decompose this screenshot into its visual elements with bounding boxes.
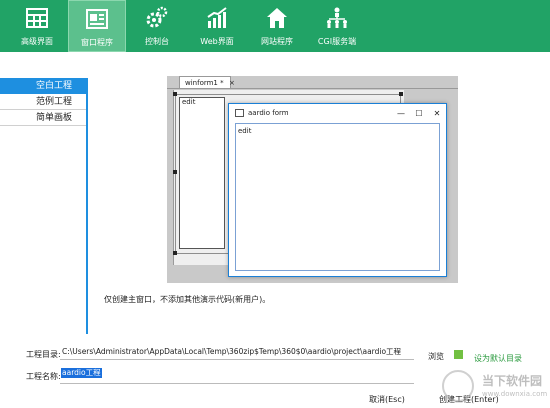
project-name-label: 工程名称:	[26, 372, 61, 381]
toolbar-item-label: 网站程序	[261, 37, 293, 46]
set-default-dir-link[interactable]: 设为默认目录	[474, 353, 522, 364]
designer-tab: winform1 * ×	[179, 76, 235, 88]
top-toolbar: 高级界面 窗口程序 控制台 Web界面 网站程序 CGI服务端	[0, 0, 550, 52]
toolbar-item-label: 控制台	[145, 37, 169, 46]
template-description: 仅创建主窗口，不添加其他演示代码(新用户)。	[104, 295, 271, 304]
toolbar-item-web-ui[interactable]: Web界面	[188, 0, 246, 52]
toolbar-item-console[interactable]: 控制台	[128, 0, 186, 52]
maximize-icon: ☐	[415, 108, 423, 118]
toolbar-item-label: CGI服务端	[317, 37, 357, 46]
resize-handle	[173, 170, 177, 174]
window-title: aardio form	[248, 109, 289, 117]
window-titlebar: aardio form — ☐ ✕	[229, 104, 446, 122]
toolbar-item-advanced-ui[interactable]: 高级界面	[8, 0, 66, 52]
watermark: 当下软件园 www.downxia.com	[440, 370, 548, 406]
default-dir-icon[interactable]	[454, 350, 463, 359]
watermark-text: 当下软件园	[482, 374, 543, 388]
toolbar-item-label: 高级界面	[21, 37, 53, 46]
chart-growth-icon	[207, 7, 227, 28]
sidebar: 空白工程 范例工程 简单画板	[0, 78, 86, 126]
close-icon: ✕	[433, 108, 441, 118]
minimize-icon: —	[397, 108, 405, 118]
form-icon	[235, 109, 244, 117]
aardio-form-window: aardio form — ☐ ✕ edit	[228, 103, 447, 277]
gears-icon	[146, 6, 168, 28]
project-name-underline	[60, 383, 414, 384]
network-people-icon	[327, 7, 347, 28]
table-icon	[26, 8, 48, 28]
toolbar-item-website-program[interactable]: 网站程序	[248, 0, 306, 52]
toolbar-item-label: 窗口程序	[81, 38, 113, 47]
window-form-icon	[86, 9, 108, 29]
house-icon	[267, 8, 287, 28]
window-edit-area: edit	[235, 123, 440, 271]
toolbar-item-label: Web界面	[200, 37, 234, 46]
cancel-button[interactable]: 取消(Esc)	[369, 394, 405, 405]
toolbar-item-window-program[interactable]: 窗口程序	[68, 0, 126, 52]
resize-handle	[173, 92, 177, 96]
project-dir-input[interactable]: C:\Users\Administrator\AppData\Local\Tem…	[62, 346, 401, 357]
browse-button[interactable]: 浏览	[428, 351, 444, 362]
watermark-logo-icon	[442, 370, 474, 402]
watermark-url: www.downxia.com	[482, 390, 548, 398]
sidebar-item-sample-project[interactable]: 范例工程	[0, 94, 86, 110]
toolbar-item-cgi-server[interactable]: CGI服务端	[308, 0, 366, 52]
project-dir-underline	[60, 359, 414, 360]
sidebar-item-simple-canvas[interactable]: 简单画板	[0, 110, 86, 126]
tab-divider	[167, 88, 458, 89]
designer-tab-label: winform1 *	[185, 79, 224, 87]
project-name-input[interactable]: aardio工程	[61, 368, 102, 378]
sidebar-item-blank-project[interactable]: 空白工程	[0, 78, 86, 94]
project-dir-label: 工程目录:	[26, 350, 61, 359]
resize-handle	[399, 92, 403, 96]
design-edit-control: edit	[179, 97, 225, 249]
design-edit-text: edit	[182, 98, 196, 106]
resize-handle	[173, 251, 177, 255]
window-edit-text: edit	[238, 127, 252, 135]
sidebar-divider	[86, 78, 88, 334]
